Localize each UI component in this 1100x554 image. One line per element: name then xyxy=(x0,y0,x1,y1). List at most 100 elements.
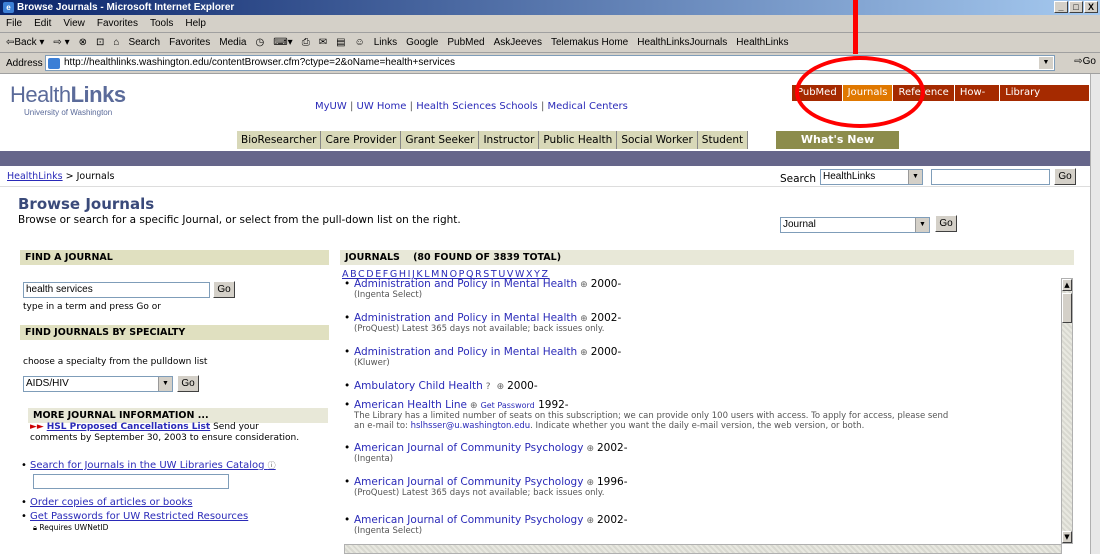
find-journal-hint: type in a term and press Go or xyxy=(23,302,161,312)
maximize-button[interactable]: □ xyxy=(1069,1,1083,13)
lock-icon: ⊕ xyxy=(586,444,594,454)
specialty-select[interactable]: AIDS/HIV ▼ xyxy=(23,376,173,392)
search-go-button[interactable]: Go xyxy=(1054,168,1076,185)
catalog-search-link[interactable]: Search for Journals in the UW Libraries … xyxy=(21,460,276,471)
menu-view[interactable]: View xyxy=(63,18,85,29)
journal-title-link[interactable]: American Journal of Community Psychology xyxy=(354,442,583,454)
top-links: MyUW | UW Home | Health Sciences Schools… xyxy=(315,101,628,112)
annotation-circle xyxy=(795,56,925,128)
menu-edit[interactable]: Edit xyxy=(34,18,51,29)
chevron-down-icon: ▼ xyxy=(915,218,929,232)
address-go-button[interactable]: ⇨Go xyxy=(1074,56,1096,67)
messenger-icon[interactable]: ☺ xyxy=(355,37,365,48)
tab-social-worker[interactable]: Social Worker xyxy=(617,131,698,149)
page-icon xyxy=(48,58,60,69)
menu-help[interactable]: Help xyxy=(185,18,206,29)
favorites-button[interactable]: Favorites xyxy=(169,37,210,48)
search-button[interactable]: Search xyxy=(128,37,160,48)
menu-tools[interactable]: Tools xyxy=(150,18,173,29)
tab-instructor[interactable]: Instructor xyxy=(479,131,540,149)
requires-netid-note: 🔒︎ Requires UWNetID xyxy=(33,523,109,532)
address-dropdown-icon[interactable]: ▼ xyxy=(1039,57,1053,69)
link-google[interactable]: Google xyxy=(406,37,438,48)
refresh-icon[interactable]: ⊡ xyxy=(96,37,104,48)
lock-icon: ⊕ xyxy=(470,401,478,411)
print-icon[interactable]: ⎙ xyxy=(302,37,310,48)
page-intro: Browse or search for a specific Journal,… xyxy=(18,214,461,226)
breadcrumb-home-link[interactable]: HealthLinks xyxy=(7,171,63,182)
find-journal-header: FIND A JOURNAL xyxy=(20,250,329,265)
journal-list-hscrollbar[interactable] xyxy=(344,544,1062,554)
search-scope-select[interactable]: HealthLinks ▼ xyxy=(820,169,923,185)
email-link[interactable]: hslhsser@u.washington.edu xyxy=(411,421,531,431)
list-item: American Journal of Community Psychology… xyxy=(344,442,1054,464)
menu-file[interactable]: File xyxy=(6,18,22,29)
forward-button[interactable]: ⇨ ▾ xyxy=(53,37,69,48)
menu-favorites[interactable]: Favorites xyxy=(97,18,138,29)
link-uw-home[interactable]: UW Home xyxy=(357,101,407,112)
specialty-header: FIND JOURNALS BY SPECIALTY xyxy=(20,325,329,340)
find-journal-input[interactable]: health services xyxy=(23,282,210,298)
list-item: Ambulatory Child Health?⊕2000- xyxy=(344,380,1054,392)
specialty-go-button[interactable]: Go xyxy=(177,375,199,392)
journal-list-scrollbar[interactable]: ▲ ▼ xyxy=(1061,278,1073,544)
find-journal-go-button[interactable]: Go xyxy=(213,281,235,298)
cancellation-link[interactable]: HSL Proposed Cancellations List xyxy=(47,422,210,432)
order-copies-link[interactable]: Order copies of articles or books xyxy=(21,497,192,508)
tab-grant-seeker[interactable]: Grant Seeker xyxy=(401,131,480,149)
chevron-down-icon: ▼ xyxy=(158,377,172,391)
tab-care-provider[interactable]: Care Provider xyxy=(321,131,402,149)
catalog-search-input[interactable] xyxy=(33,474,229,489)
breadcrumb-current: Journals xyxy=(76,171,115,182)
tab-public-health[interactable]: Public Health xyxy=(539,131,618,149)
tab-student[interactable]: Student xyxy=(698,131,749,149)
stop-icon[interactable]: ⊗ xyxy=(79,37,87,48)
link-telemakus[interactable]: Telemakus Home xyxy=(551,37,628,48)
scroll-up-icon[interactable]: ▲ xyxy=(1062,279,1072,291)
search-input[interactable] xyxy=(931,169,1050,185)
logo-text-bold: Links xyxy=(70,82,126,107)
page-content: HealthLinks University of Washington MyU… xyxy=(0,74,1090,554)
mail-icon[interactable]: ✉ xyxy=(319,37,327,48)
page-title: Browse Journals xyxy=(18,195,155,213)
mail-dropdown-icon[interactable]: ⌨▾ xyxy=(273,37,292,48)
link-pubmed[interactable]: PubMed xyxy=(447,37,484,48)
journal-title-link[interactable]: Administration and Policy in Mental Heal… xyxy=(354,278,577,290)
journal-select[interactable]: Journal ▼ xyxy=(780,217,930,233)
journal-title-link[interactable]: American Journal of Community Psychology xyxy=(354,514,583,526)
help-icon: ? xyxy=(485,382,491,392)
history-icon[interactable]: ◷ xyxy=(256,37,265,48)
link-health-sciences[interactable]: Health Sciences Schools xyxy=(416,101,538,112)
scroll-thumb[interactable] xyxy=(1062,293,1072,323)
lock-icon: ⊕ xyxy=(496,382,505,392)
close-button[interactable]: X xyxy=(1084,1,1098,13)
scroll-down-icon[interactable]: ▼ xyxy=(1062,531,1072,543)
media-button[interactable]: Media xyxy=(219,37,246,48)
healthlinks-logo[interactable]: HealthLinks University of Washington xyxy=(10,82,150,122)
edit-icon[interactable]: ▤ xyxy=(336,37,345,48)
whats-new-button[interactable]: What's New xyxy=(776,131,899,149)
back-button[interactable]: ⇦Back ▾ xyxy=(6,37,44,48)
lock-icon: ⊕ xyxy=(580,280,588,290)
home-icon[interactable]: ⌂ xyxy=(113,37,119,48)
link-myuw[interactable]: MyUW xyxy=(315,101,347,112)
journal-title-link[interactable]: Administration and Policy in Mental Heal… xyxy=(354,346,577,358)
journal-title-link[interactable]: Ambulatory Child Health xyxy=(354,380,483,392)
lock-icon: ⊕ xyxy=(580,314,588,324)
tab-library-services[interactable]: Library Services xyxy=(1000,85,1090,112)
journal-title-link[interactable]: American Health Line xyxy=(354,399,467,411)
get-password-link[interactable]: Get Password xyxy=(481,401,535,410)
link-medical-centers[interactable]: Medical Centers xyxy=(548,101,628,112)
page-scrollbar[interactable] xyxy=(1090,74,1100,554)
journal-title-link[interactable]: American Journal of Community Psychology xyxy=(354,476,583,488)
audience-tabs: BioResearcher Care Provider Grant Seeker… xyxy=(237,131,749,149)
minimize-button[interactable]: _ xyxy=(1054,1,1068,13)
link-askjeeves[interactable]: AskJeeves xyxy=(494,37,542,48)
get-passwords-link[interactable]: Get Passwords for UW Restricted Resource… xyxy=(21,511,248,522)
tab-bioresearcher[interactable]: BioResearcher xyxy=(237,131,322,149)
journal-title-link[interactable]: Administration and Policy in Mental Heal… xyxy=(354,312,577,324)
link-healthlinks[interactable]: HealthLinks xyxy=(736,37,788,48)
journal-go-button[interactable]: Go xyxy=(935,215,957,232)
link-healthlinks-journals[interactable]: HealthLinksJournals xyxy=(637,37,727,48)
tab-how-to[interactable]: How-To xyxy=(954,85,1001,112)
